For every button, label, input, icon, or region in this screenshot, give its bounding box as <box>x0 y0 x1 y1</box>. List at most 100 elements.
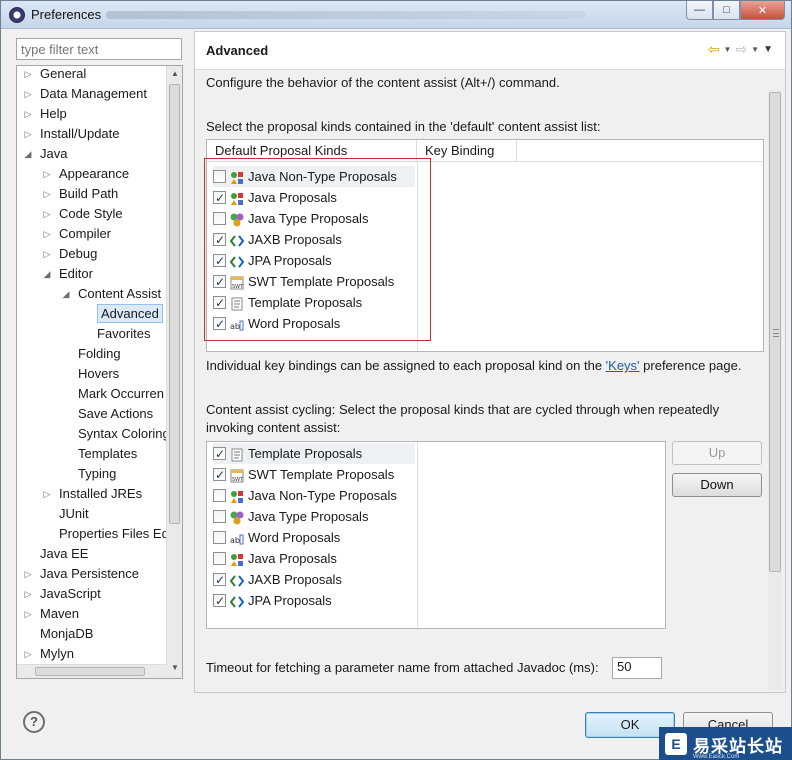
preferences-tree[interactable]: ▷ General ▷ Data Management ▷ Help ▷ Install/Up… <box>16 65 183 679</box>
collapsed-twisty-icon[interactable]: ▷ <box>42 184 52 204</box>
scroll-up-arrow-icon[interactable]: ▲ <box>170 68 180 80</box>
collapsed-twisty-icon[interactable]: ▷ <box>23 104 33 124</box>
cycling-proposal-table[interactable]: Template Proposals SWT SWT Template Propos… <box>206 441 666 629</box>
tree-item-label: Java EE <box>40 546 89 561</box>
tree-item[interactable]: Properties Files Ed <box>17 524 167 544</box>
eclipse-icon <box>9 7 25 23</box>
tree-item-label: Hovers <box>78 366 120 381</box>
tree-item[interactable]: JUnit <box>17 504 167 524</box>
tree-item[interactable]: ▷ JavaScript <box>17 584 167 604</box>
proposal-row[interactable]: Java Proposals <box>213 548 337 569</box>
tree-item[interactable]: ▷ Mylyn <box>17 644 167 664</box>
expanded-twisty-icon[interactable]: ◢ <box>23 144 33 164</box>
tree-item[interactable]: Syntax Coloring <box>17 424 167 444</box>
back-arrow-icon[interactable]: ⇦ <box>708 41 720 58</box>
help-icon[interactable]: ? <box>23 711 45 733</box>
tree-item[interactable]: ▷ Compiler <box>17 224 167 244</box>
tree-item[interactable]: ▷ Java Persistence <box>17 564 167 584</box>
proposal-checkbox[interactable] <box>213 444 226 465</box>
blurred-title-path <box>106 11 586 19</box>
tree-item[interactable]: ◢ Editor <box>17 264 167 284</box>
tree-item[interactable]: ▷ Code Style <box>17 204 167 224</box>
proposal-checkbox[interactable] <box>213 465 226 486</box>
page-vertical-scrollbar[interactable] <box>768 90 782 690</box>
tree-vertical-scrollbar[interactable]: ▲ ▼ <box>166 66 182 678</box>
tree-item[interactable]: ▷ Install/Update <box>17 124 167 144</box>
page-scroll-thumb[interactable] <box>769 92 781 572</box>
collapsed-twisty-icon[interactable]: ▷ <box>23 84 33 104</box>
tree-item[interactable]: Mark Occurren <box>17 384 167 404</box>
expanded-twisty-icon[interactable]: ◢ <box>61 284 71 304</box>
tree-horizontal-scrollbar[interactable] <box>17 664 167 678</box>
maximize-button[interactable]: □ <box>713 1 740 20</box>
tree-item[interactable]: ▷ Appearance <box>17 164 167 184</box>
tree-item[interactable]: ◢ Content Assist <box>17 284 167 304</box>
collapsed-twisty-icon[interactable]: ▷ <box>23 66 33 84</box>
filter-input[interactable] <box>16 38 182 60</box>
proposal-row[interactable]: JAXB Proposals <box>213 569 342 591</box>
proposal-row[interactable]: Java Non-Type Proposals <box>213 485 397 506</box>
tree-hscroll-thumb[interactable] <box>35 667 145 676</box>
collapsed-twisty-icon[interactable]: ▷ <box>23 604 33 624</box>
collapsed-twisty-icon[interactable]: ▷ <box>23 564 33 584</box>
tree-item[interactable]: ▷ Build Path <box>17 184 167 204</box>
tree-item[interactable]: Typing <box>17 464 167 484</box>
tree-item[interactable]: ▷ Maven <box>17 604 167 624</box>
down-button[interactable]: Down <box>672 473 762 497</box>
collapsed-twisty-icon[interactable]: ▷ <box>42 164 52 184</box>
timeout-input[interactable]: 50 <box>612 657 662 679</box>
tree-item[interactable]: Save Actions <box>17 404 167 424</box>
tree-scroll-thumb[interactable] <box>169 84 180 524</box>
collapsed-twisty-icon[interactable]: ▷ <box>42 204 52 224</box>
scroll-down-arrow-icon[interactable]: ▼ <box>170 662 180 674</box>
proposal-label: JPA Proposals <box>248 593 332 608</box>
tree-item-label: Advanced <box>97 304 163 323</box>
tree-item[interactable]: Advanced <box>17 304 167 324</box>
proposal-checkbox[interactable] <box>213 510 226 523</box>
expanded-twisty-icon[interactable]: ◢ <box>42 264 52 284</box>
back-dropdown-icon[interactable]: ▼ <box>724 45 732 54</box>
proposal-checkbox[interactable] <box>213 570 226 591</box>
view-menu-icon[interactable]: ▼ <box>763 44 773 55</box>
tree-item[interactable]: ▷ General <box>17 66 167 84</box>
forward-arrow-icon[interactable]: ⇨ <box>735 41 747 58</box>
forward-dropdown-icon[interactable]: ▼ <box>751 45 759 54</box>
minimize-button[interactable]: ― <box>686 1 713 20</box>
tree-item[interactable]: ◢ Java <box>17 144 167 164</box>
up-button[interactable]: Up <box>672 441 762 465</box>
java-non-type-icon <box>230 489 244 503</box>
collapsed-twisty-icon[interactable]: ▷ <box>23 584 33 604</box>
proposal-checkbox[interactable] <box>213 552 226 565</box>
close-button[interactable]: ✕ <box>740 1 785 20</box>
tree-item-label: Editor <box>59 266 93 281</box>
tree-item[interactable]: MonjaDB <box>17 624 167 644</box>
collapsed-twisty-icon[interactable]: ▷ <box>42 224 52 244</box>
tree-item[interactable]: Java EE <box>17 544 167 564</box>
highlight-annotation-box <box>204 158 431 341</box>
collapsed-twisty-icon[interactable]: ▷ <box>23 644 33 664</box>
tree-item-label: Data Management <box>40 86 147 101</box>
collapsed-twisty-icon[interactable]: ▷ <box>42 244 52 264</box>
proposal-checkbox[interactable] <box>213 489 226 502</box>
tree-item[interactable]: Folding <box>17 344 167 364</box>
tree-item[interactable]: Hovers <box>17 364 167 384</box>
tree-item[interactable]: Templates <box>17 444 167 464</box>
keys-link[interactable]: 'Keys' <box>606 358 640 373</box>
proposal-checkbox[interactable] <box>213 591 226 612</box>
tree-item[interactable]: ▷ Data Management <box>17 84 167 104</box>
proposal-row[interactable]: SWT SWT Template Proposals <box>213 464 394 486</box>
proposal-row[interactable]: JPA Proposals <box>213 590 332 612</box>
collapsed-twisty-icon[interactable]: ▷ <box>23 124 33 144</box>
proposal-row[interactable]: Java Type Proposals <box>213 506 368 527</box>
tree-item[interactable]: ▷ Help <box>17 104 167 124</box>
tree-item[interactable]: ▷ Debug <box>17 244 167 264</box>
cycling-caption-line2: invoking content assist: <box>206 420 341 435</box>
tree-item[interactable]: Favorites <box>17 324 167 344</box>
proposal-row[interactable]: ab Word Proposals <box>213 527 340 548</box>
proposal-row[interactable]: Template Proposals <box>213 443 415 465</box>
proposal-checkbox[interactable] <box>213 531 226 544</box>
collapsed-twisty-icon[interactable]: ▷ <box>42 484 52 504</box>
tree-item[interactable]: ▷ Installed JREs <box>17 484 167 504</box>
column-header-filler <box>517 140 763 162</box>
column-header-key-binding[interactable]: Key Binding <box>417 140 517 162</box>
